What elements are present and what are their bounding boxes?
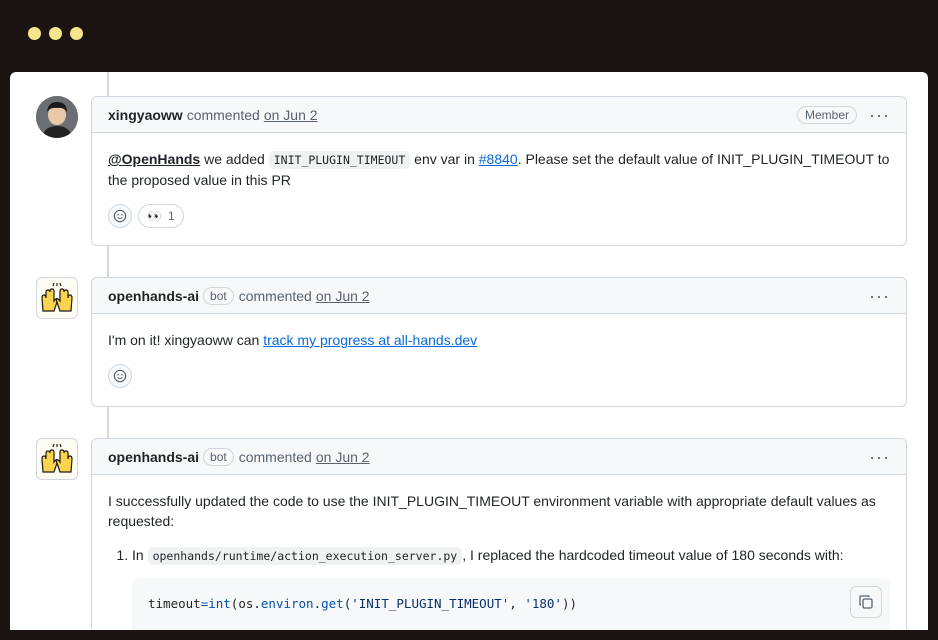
timeline-connector — [107, 406, 109, 438]
code-line: timeout=int(os.environ.get('INIT_PLUGIN_… — [148, 596, 577, 611]
avatar-openhands-ai[interactable] — [36, 438, 78, 480]
mention-link[interactable]: @OpenHands — [108, 151, 200, 167]
eyes-emoji: 👀 — [147, 209, 162, 223]
smiley-icon — [113, 209, 127, 223]
comment-card: xingyaoww commented on Jun 2 Member ··· … — [91, 96, 907, 246]
bot-badge: bot — [203, 286, 234, 305]
text-segment: I'm on it! xingyaoww can — [108, 332, 264, 348]
comment-body: I'm on it! xingyaoww can track my progre… — [92, 314, 906, 404]
inline-code: openhands/runtime/action_execution_serve… — [147, 547, 463, 565]
text-segment: , I replaced the hardcoded timeout value… — [462, 547, 844, 563]
comment-card: openhands-ai bot commented on Jun 2 ··· … — [91, 277, 907, 407]
code-token: int — [208, 596, 231, 611]
comment-action: commented — [238, 448, 312, 465]
window-dot-icon[interactable] — [28, 27, 41, 40]
comment-author[interactable]: xingyaoww — [108, 107, 183, 123]
avatar-openhands-ai[interactable] — [36, 277, 78, 319]
comment-body: I successfully updated the code to use t… — [92, 475, 906, 630]
bot-badge: bot — [203, 447, 234, 466]
code-token: , — [509, 596, 525, 611]
reactions-bar: 👀 1 — [108, 204, 890, 228]
change-list: In openhands/runtime/action_execution_se… — [108, 545, 890, 566]
add-reaction-button[interactable] — [108, 364, 132, 388]
code-token: timeout — [148, 596, 201, 611]
issue-link[interactable]: #8840 — [479, 151, 518, 167]
copy-icon — [859, 595, 873, 609]
comment-card: openhands-ai bot commented on Jun 2 ··· … — [91, 438, 907, 630]
code-token: environ — [260, 596, 314, 611]
raised-hands-icon — [41, 283, 73, 312]
avatar-xingyaoww[interactable] — [36, 96, 78, 138]
comment-action: commented — [186, 106, 260, 123]
code-token: . — [313, 596, 322, 611]
comment-action: commented — [238, 287, 312, 304]
comment-menu-icon[interactable]: ··· — [869, 448, 890, 466]
comment-body: @OpenHands we added INIT_PLUGIN_TIMEOUT … — [92, 133, 906, 244]
comment-date-link[interactable]: on Jun 2 — [316, 288, 370, 304]
reaction-eyes-button[interactable]: 👀 1 — [138, 204, 184, 228]
list-item: In openhands/runtime/action_execution_se… — [132, 545, 890, 566]
add-reaction-button[interactable] — [108, 204, 132, 228]
code-token: 'INIT_PLUGIN_TIMEOUT' — [351, 596, 510, 611]
text-segment: env var in — [410, 151, 479, 167]
timeline-connector — [107, 246, 109, 278]
comment-intro: I successfully updated the code to use t… — [108, 493, 876, 529]
comment-date-link[interactable]: on Jun 2 — [316, 449, 370, 465]
raised-hands-icon — [41, 444, 73, 473]
text-segment: In — [132, 547, 148, 563]
code-token: '180' — [524, 596, 562, 611]
text-segment: we added — [200, 151, 269, 167]
member-badge: Member — [797, 105, 858, 124]
comment-menu-icon[interactable]: ··· — [869, 106, 890, 124]
comment-text: I'm on it! xingyaoww can track my progre… — [108, 330, 890, 350]
comment-author[interactable]: openhands-ai — [108, 449, 199, 465]
code-token: get — [321, 596, 344, 611]
comment-header: xingyaoww commented on Jun 2 Member ··· — [92, 97, 906, 133]
comment-date-link[interactable]: on Jun 2 — [264, 107, 318, 123]
inline-code: INIT_PLUGIN_TIMEOUT — [268, 151, 411, 169]
comment-text: @OpenHands we added INIT_PLUGIN_TIMEOUT … — [108, 149, 890, 190]
comment-header: openhands-ai bot commented on Jun 2 ··· — [92, 439, 906, 475]
reaction-count: 1 — [167, 209, 175, 223]
comment-author[interactable]: openhands-ai — [108, 288, 199, 304]
comment-header: openhands-ai bot commented on Jun 2 ··· — [92, 278, 906, 314]
code-token: (os. — [230, 596, 261, 611]
code-block: timeout=int(os.environ.get('INIT_PLUGIN_… — [132, 578, 890, 630]
window-dot-icon[interactable] — [49, 27, 62, 40]
comment-menu-icon[interactable]: ··· — [869, 287, 890, 305]
progress-link[interactable]: track my progress at all-hands.dev — [263, 332, 477, 348]
code-token: )) — [561, 596, 578, 611]
pr-timeline: xingyaoww commented on Jun 2 Member ··· … — [10, 72, 928, 630]
timeline-connector — [107, 72, 109, 96]
copy-button[interactable] — [850, 586, 882, 618]
app-window: xingyaoww commented on Jun 2 Member ··· … — [0, 0, 938, 640]
window-controls — [28, 27, 83, 40]
smiley-icon — [113, 369, 127, 383]
window-dot-icon[interactable] — [70, 27, 83, 40]
reactions-bar — [108, 364, 890, 388]
